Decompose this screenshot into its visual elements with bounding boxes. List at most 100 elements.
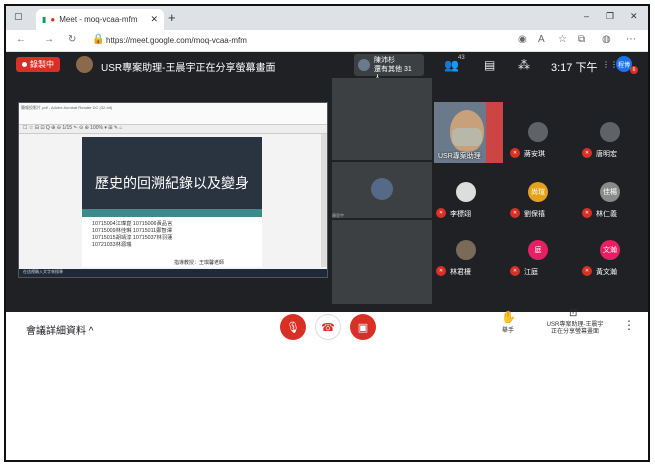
activities-icon[interactable]: ⁂ [518, 58, 530, 72]
chat-icon[interactable]: ▤ [484, 58, 495, 72]
chevron-up-icon: ^ [88, 326, 94, 337]
slide-line: 10715015胡靖淳 10715037林羽蓮 [92, 235, 173, 241]
slide-line: 10715004江瑋崑 10715006黃品言 [92, 221, 173, 227]
shared-screen: 簡報投影片.pdf - Adobe Acrobat Reader DC (32-… [18, 102, 328, 278]
muted-mic-icon: ✕ [436, 266, 446, 276]
self-notification-badge: 6 [630, 66, 638, 74]
camera-background [486, 102, 503, 163]
presenter-avatar [76, 56, 93, 73]
mic-off-icon: 🎙 [286, 321, 300, 334]
notice-name: 陳沛杉 [374, 57, 395, 64]
collections-icon[interactable]: ⧉ [578, 34, 585, 45]
hangup-icon: ☎ [321, 321, 335, 334]
lock-icon[interactable]: 🔒 [92, 34, 104, 45]
more-options-button[interactable]: ⋮ [623, 318, 635, 332]
meeting-details-button[interactable]: 會議詳細資料 ^ [26, 322, 93, 337]
muted-mic-icon: ✕ [436, 208, 446, 218]
participant-name: 江庭 [524, 269, 538, 276]
browser-tab[interactable]: ▮ ● Meet - moq-vcaa-mfm ✕ [36, 9, 164, 30]
muted-mic-icon: ✕ [582, 148, 592, 158]
more-icon[interactable]: ⋯ [626, 34, 636, 45]
back-icon[interactable]: ← [16, 34, 26, 45]
join-notice: 陳沛杉 還有其他 31 人 [354, 54, 424, 82]
camera-off-icon: ▣ [357, 321, 369, 334]
shared-taskbar: 在這裡輸入文字來搜尋 [19, 269, 327, 277]
slide: 歷史的回溯紀錄以及變身 10715004江瑋崑 10715006黃品言 1071… [82, 137, 262, 267]
address-bar: ← → ↻ 🔒 https://meet.google.com/moq-vcaa… [6, 30, 648, 52]
new-tab-button[interactable]: + [168, 10, 176, 25]
slide-line: 10721033林源瑞 [92, 242, 132, 248]
participant-avatar [528, 122, 548, 142]
participant-name: 林君榎 [450, 269, 471, 276]
participant-name: 李標翊 [450, 211, 471, 218]
participant-avatar: 佳楊 [600, 182, 620, 202]
tab-close-icon[interactable]: ✕ [150, 14, 158, 25]
leave-call-button[interactable]: ☎ [315, 314, 341, 340]
slide-advisor: 指導教授：王琪馨老師 [174, 260, 225, 266]
pdf-window-title: 簡報投影片.pdf - Adobe Acrobat Reader DC (32-… [21, 105, 113, 110]
close-window-button[interactable]: ✕ [630, 11, 638, 22]
participant-name: 唐明宏 [596, 151, 617, 158]
meet-topbar: 錄製中 USR專案助理-王晨宇正在分享螢幕畫面 陳沛杉 還有其他 31 人 👥 … [6, 52, 648, 82]
face-mask [452, 128, 482, 146]
participant-name: 劉保禧 [524, 211, 545, 218]
pdf-toolbar: ☐ ☆ ⊟ ⊡ Q ⊕ ⊖ 1/15 ⬑ ⊝ ⊕ 100% ▾ ⊞ ✎ ⌂ [19, 125, 327, 134]
presenting-banner: USR專案助理-王晨宇正在分享螢幕畫面 [101, 63, 276, 74]
camera-participant-name: USR專案助理 [438, 153, 481, 160]
participant-name: 蔣安琪 [524, 151, 545, 158]
side-participant-name: 陳思宇 [332, 213, 344, 218]
side-participant-avatar [371, 178, 393, 200]
meet-favicon-icon: ▮ [42, 15, 47, 24]
present-now-label[interactable]: USR專案助理-王晨宇正在分享螢幕畫面 [544, 322, 606, 336]
screen-frame: ▢ ▮ ● Meet - moq-vcaa-mfm ✕ + – ❐ ✕ ← → … [4, 4, 650, 462]
camera-permission-icon[interactable]: ◉ [518, 34, 527, 45]
pdf-scrollbar [321, 134, 327, 267]
raise-hand-icon[interactable]: ✋ [501, 310, 516, 324]
muted-mic-icon: ✕ [510, 266, 520, 276]
participant-avatar: 文瀚 [600, 240, 620, 260]
participant-avatar: 庭 [528, 240, 548, 260]
participant-tile-empty-2 [332, 220, 432, 304]
muted-mic-icon: ✕ [510, 208, 520, 218]
reload-icon[interactable]: ↻ [68, 34, 76, 45]
pdf-toolbar-icons: ☐ ☆ ⊟ ⊡ Q ⊕ ⊖ 1/15 ⬑ ⊝ ⊕ 100% ▾ ⊞ ✎ ⌂ [23, 125, 123, 131]
participant-name: 林仁義 [596, 211, 617, 218]
participant-avatar: 尚瑄 [528, 182, 548, 202]
participant-avatar [600, 122, 620, 142]
maximize-button[interactable]: ❐ [606, 11, 614, 22]
recording-badge[interactable]: 錄製中 [16, 57, 60, 72]
pdf-window-titlebar: 簡報投影片.pdf - Adobe Acrobat Reader DC (32-… [19, 103, 327, 125]
tab-title: Meet - moq-vcaa-mfm [59, 15, 138, 24]
slide-member-list: 10715004江瑋崑 10715006黃品言 10715009林佳琳 1071… [92, 221, 172, 249]
meeting-details-label: 會議詳細資料 [26, 326, 86, 337]
slide-accent-strip [82, 209, 262, 217]
muted-mic-icon: ✕ [582, 266, 592, 276]
notice-avatar [358, 59, 370, 71]
people-icon[interactable]: 👥 [444, 58, 459, 72]
slide-line: 10715009林佳琳 10715011鄭智澤 [92, 228, 172, 234]
participant-avatar [456, 240, 476, 260]
favorite-icon[interactable]: ☆ [558, 34, 567, 45]
taskbar-search-text: 在這裡輸入文字來搜尋 [23, 269, 63, 274]
minimize-button[interactable]: – [584, 11, 589, 21]
participant-tile-empty [332, 78, 432, 160]
mic-toggle-button[interactable]: 🎙 [280, 314, 306, 340]
clock: 3:17 下午 [551, 62, 598, 74]
muted-mic-icon: ✕ [582, 208, 592, 218]
forward-icon[interactable]: → [44, 34, 54, 45]
read-aloud-icon[interactable]: A [538, 34, 545, 45]
raise-hand-label: 舉手 [501, 328, 514, 334]
participant-avatar [456, 182, 476, 202]
url-field[interactable]: https://meet.google.com/moq-vcaa-mfm [106, 36, 247, 45]
browser-tabbar: ▢ ▮ ● Meet - moq-vcaa-mfm ✕ + – ❐ ✕ [6, 6, 648, 30]
camera-toggle-button[interactable]: ▣ [350, 314, 376, 340]
slide-title: 歷史的回溯紀錄以及變身 [95, 175, 249, 191]
profile-icon[interactable]: ◍ [602, 34, 611, 45]
participant-count-badge: 43 [458, 55, 465, 61]
recording-favicon-icon: ● [50, 15, 56, 24]
window-menu-icon[interactable]: ▢ [14, 11, 23, 22]
present-now-icon[interactable]: ⊡ [569, 308, 577, 319]
participant-name: 黃文瀚 [596, 269, 617, 276]
muted-mic-icon: ✕ [510, 148, 520, 158]
recording-label: 錄製中 [30, 60, 54, 69]
